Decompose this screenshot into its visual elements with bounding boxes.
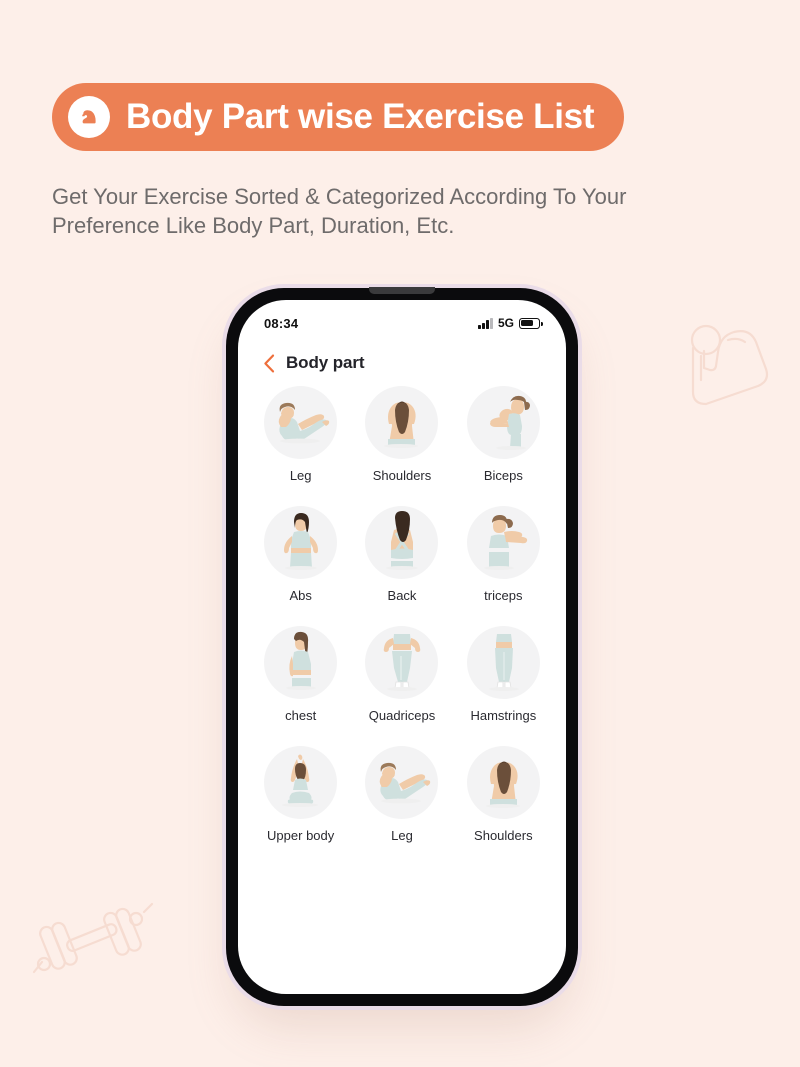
status-time: 08:34	[264, 315, 299, 331]
flexed-bicep-outline-icon	[690, 324, 769, 406]
network-label: 5G	[497, 316, 514, 330]
body-part-grid: Leg Shoulders Biceps Abs Back triceps ch…	[238, 386, 566, 843]
body-part-thumbnail	[466, 506, 540, 579]
body-part-item-abs[interactable]: Abs	[250, 506, 351, 603]
signal-bars-icon	[478, 317, 493, 329]
body-part-label: Shoulders	[372, 468, 432, 483]
body-part-item-shoulders[interactable]: Shoulders	[351, 386, 452, 483]
phone-mockup: 08:34 5G Body part Leg Shoulders Biceps …	[222, 284, 582, 1010]
body-part-item-leg-2[interactable]: Leg	[351, 746, 452, 843]
heading-pill: Body Part wise Exercise List	[52, 83, 625, 151]
body-part-label: chest	[285, 708, 317, 723]
body-part-item-biceps[interactable]: Biceps	[453, 386, 554, 483]
body-part-label: triceps	[484, 588, 523, 603]
body-part-thumbnail	[264, 626, 338, 699]
body-part-label: Hamstrings	[470, 708, 537, 723]
dumbbell-outline-icon	[32, 902, 154, 974]
body-part-label: Leg	[391, 828, 413, 843]
phone-screen: 08:34 5G Body part Leg Shoulders Biceps …	[238, 300, 566, 994]
body-part-label: Quadriceps	[368, 708, 436, 723]
screen-title: Body part	[286, 353, 365, 372]
page-subtitle: Get Your Exercise Sorted & Categorized A…	[52, 184, 627, 238]
body-part-thumbnail	[264, 746, 338, 819]
body-part-label: Back	[387, 588, 417, 603]
body-part-thumbnail	[466, 746, 540, 819]
body-part-thumbnail	[466, 626, 540, 699]
body-part-thumbnail	[365, 746, 439, 819]
body-part-thumbnail	[466, 386, 540, 459]
body-part-item-triceps[interactable]: triceps	[453, 506, 554, 603]
body-part-item-shoulders-2[interactable]: Shoulders	[453, 746, 554, 843]
chevron-left-icon[interactable]	[260, 352, 278, 374]
body-part-thumbnail	[365, 626, 439, 699]
phone-speaker-notch	[369, 287, 435, 294]
body-part-thumbnail	[264, 386, 338, 459]
battery-icon	[519, 317, 543, 329]
poster-root: Body Part wise Exercise List Get Your Ex…	[0, 0, 800, 1067]
page-title: Body Part wise Exercise List	[126, 97, 595, 136]
body-part-item-back[interactable]: Back	[351, 506, 452, 603]
body-part-thumbnail	[365, 386, 439, 459]
app-nav-bar: Body part	[238, 346, 566, 380]
body-part-item-leg[interactable]: Leg	[250, 386, 351, 483]
body-part-item-chest[interactable]: chest	[250, 626, 351, 723]
body-part-label: Abs	[289, 588, 312, 603]
phone-bezel: 08:34 5G Body part Leg Shoulders Biceps …	[226, 287, 578, 1006]
body-part-label: Biceps	[483, 468, 523, 483]
body-part-thumbnail	[365, 506, 439, 579]
status-bar: 08:34 5G	[238, 312, 566, 334]
body-part-label: Upper body	[267, 828, 335, 843]
body-part-item-quadriceps[interactable]: Quadriceps	[351, 626, 452, 723]
body-part-label: Leg	[289, 468, 312, 483]
status-indicators: 5G	[478, 316, 543, 330]
body-part-item-hamstrings[interactable]: Hamstrings	[453, 626, 554, 723]
body-part-label: Shoulders	[474, 828, 533, 843]
body-part-item-upper-body[interactable]: Upper body	[250, 746, 351, 843]
body-part-thumbnail	[264, 506, 338, 579]
flexed-bicep-icon	[68, 96, 110, 138]
